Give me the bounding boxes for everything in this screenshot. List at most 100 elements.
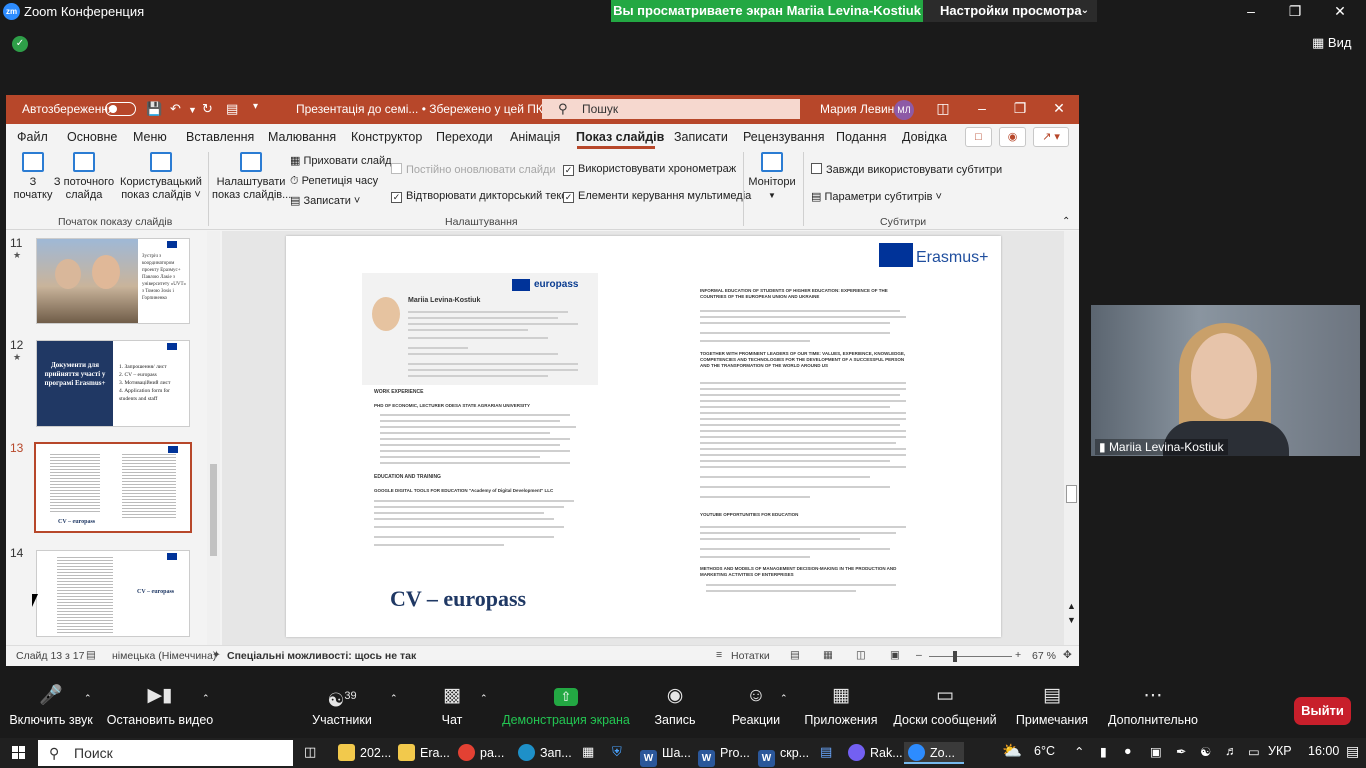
camera-icon[interactable]: ▣	[1150, 744, 1162, 759]
teams-icon[interactable]: ▤	[820, 744, 832, 760]
notes-button[interactable]: ▤ Примечания	[1014, 683, 1090, 727]
volume-icon[interactable]: ♬	[1225, 744, 1238, 758]
chevron-up-icon[interactable]: ⌃	[84, 693, 92, 704]
tab-design[interactable]: Конструктор	[351, 130, 422, 144]
next-slide-icon[interactable]: ▼	[1067, 615, 1076, 625]
slideshow-view-icon[interactable]: ▣	[890, 649, 900, 661]
battery-icon[interactable]: ▭	[1248, 744, 1260, 759]
keyboard-language[interactable]: УКР	[1268, 744, 1292, 758]
scrollbar-thumb[interactable]	[210, 464, 217, 556]
notes-icon[interactable]: ≡	[716, 649, 722, 661]
notes-button[interactable]: Нотатки	[731, 650, 770, 662]
participant-video[interactable]: ▮ Mariia Levina-Kostiuk	[1091, 305, 1360, 456]
pen-icon[interactable]: ✒	[1176, 744, 1186, 759]
scrollbar-thumb[interactable]	[1066, 485, 1077, 503]
taskbar-app[interactable]: W Pro...	[698, 742, 750, 767]
participants-button[interactable]: ☯39 Участники	[304, 683, 380, 727]
taskbar-app[interactable]: Зап...	[518, 742, 572, 764]
accessibility-icon[interactable]: ✦	[212, 649, 221, 661]
thumbnail-slide-11[interactable]: Зустріч з координатором проекту Еразмус+…	[36, 238, 190, 324]
subtitle-settings-button[interactable]: ▤ Параметри субтитрів ˅	[811, 190, 942, 203]
use-timings-checkbox[interactable]: ✓ Використовувати хронометраж	[563, 163, 736, 176]
custom-show-button[interactable]: Користувацький показ слайдів ˅	[118, 152, 204, 202]
chevron-up-icon[interactable]: ⌃	[390, 693, 398, 704]
more-button[interactable]: ⋯ Дополнительно	[1106, 683, 1200, 727]
record-icon[interactable]: ◉	[999, 127, 1026, 147]
present-icon[interactable]: ▤	[226, 101, 238, 117]
spellcheck-icon[interactable]: ▤	[86, 649, 96, 661]
record-button[interactable]: ◉ Запись	[648, 683, 702, 727]
share-screen-button[interactable]: ⇧ Демонстрация экрана	[500, 683, 632, 727]
leave-button[interactable]: Выйти	[1294, 697, 1351, 725]
reactions-button[interactable]: ☺ Реакции	[728, 683, 784, 727]
chevron-up-icon[interactable]: ⌃	[202, 693, 210, 704]
hide-slide-button[interactable]: ▦ Приховати слайд	[290, 154, 392, 167]
chevron-up-icon[interactable]: ⌃	[780, 693, 788, 704]
zoom-slider[interactable]	[929, 656, 1012, 657]
document-title[interactable]: Презентація до семі... • Збережено у цей…	[296, 102, 553, 116]
zoom-out-icon[interactable]: –	[916, 649, 922, 661]
thumbnail-slide-12[interactable]: Документи для прийняття участі у програм…	[36, 340, 190, 427]
mic-icon[interactable]: ●	[1124, 744, 1132, 758]
monitors-button[interactable]: Монітори ▼	[747, 152, 797, 202]
store-icon[interactable]: ▦	[582, 744, 594, 760]
ribbon-display-icon[interactable]: ◫	[933, 100, 953, 117]
close-icon[interactable]: ✕	[1330, 2, 1350, 20]
rehearse-timings-button[interactable]: ⏱ Репетиція часу	[290, 175, 378, 188]
apps-button[interactable]: ▦ Приложения	[800, 683, 882, 727]
taskbar-app[interactable]: Rak...	[848, 742, 903, 764]
user-name[interactable]: Мария Левина	[820, 102, 901, 116]
unmute-button[interactable]: 🎤 Включить звук	[8, 683, 94, 727]
wifi-icon[interactable]: ☯	[1200, 744, 1211, 759]
restore-icon[interactable]: ❐	[1285, 2, 1305, 20]
collapse-ribbon-icon[interactable]: ⌃	[1062, 216, 1070, 227]
encryption-shield-icon[interactable]: ✓	[12, 36, 28, 52]
stop-video-button[interactable]: ▶▮ Остановить видео	[106, 683, 214, 727]
tab-animation[interactable]: Анімація	[510, 130, 560, 144]
restore-icon[interactable]: ❐	[1010, 100, 1030, 117]
undo-icon[interactable]: ↶	[170, 101, 181, 117]
setup-show-button[interactable]: Налаштувати показ слайдів...	[212, 152, 291, 202]
view-settings-button[interactable]: Настройки просмотра ⌄	[923, 0, 1097, 22]
notifications-icon[interactable]: ▤	[1346, 743, 1359, 760]
tab-file[interactable]: Файл	[17, 130, 48, 144]
tab-insert[interactable]: Вставлення	[186, 130, 254, 144]
taskbar-app-active[interactable]: Zo...	[904, 742, 964, 764]
minimize-icon[interactable]: –	[1241, 2, 1261, 20]
clock[interactable]: 16:00	[1308, 744, 1339, 758]
avatar[interactable]: МЛ	[894, 100, 914, 120]
chevron-down-icon[interactable]: ▼	[188, 105, 197, 115]
tab-record[interactable]: Записати	[674, 130, 728, 144]
zoom-slider-thumb[interactable]	[953, 651, 957, 662]
redo-icon[interactable]: ↻	[202, 101, 213, 117]
tab-slideshow[interactable]: Показ слайдів	[576, 130, 664, 144]
thumbnail-slide-13[interactable]: CV – europass	[34, 442, 192, 533]
taskbar-app[interactable]: W Ша...	[640, 742, 691, 767]
always-subtitles-checkbox[interactable]: Завжди використовувати субтитри	[811, 163, 1002, 176]
reading-view-icon[interactable]: ◫	[856, 649, 866, 661]
windows-start-icon[interactable]	[12, 746, 26, 760]
tab-home[interactable]: Основне	[67, 130, 117, 144]
taskbar-app[interactable]: 202...	[338, 742, 391, 764]
minimize-icon[interactable]: –	[972, 100, 992, 116]
tab-transitions[interactable]: Переходи	[436, 130, 493, 144]
chat-button[interactable]: ▩ Чат	[424, 683, 480, 727]
tab-draw[interactable]: Малювання	[268, 130, 336, 144]
defender-icon[interactable]: ⛨	[612, 744, 622, 760]
prev-slide-icon[interactable]: ▲	[1067, 601, 1076, 611]
usb-icon[interactable]: ▮	[1100, 744, 1107, 759]
whiteboards-button[interactable]: ▭ Доски сообщений	[890, 683, 1000, 727]
tab-help[interactable]: Довідка	[902, 130, 947, 144]
slide-sorter-icon[interactable]: ▦	[823, 649, 833, 661]
language-indicator[interactable]: німецька (Німеччина)	[112, 650, 216, 662]
normal-view-icon[interactable]: ▤	[790, 649, 800, 661]
play-narrations-checkbox[interactable]: ✓ Відтворювати дикторський текст	[391, 190, 572, 203]
share-icon[interactable]: ↗ ▾	[1033, 127, 1069, 147]
autosave-toggle[interactable]	[105, 102, 136, 116]
task-view-icon[interactable]: ◫	[304, 744, 316, 760]
view-button[interactable]: ▦ Вид	[1312, 35, 1351, 51]
taskbar-app[interactable]: Era...	[398, 742, 450, 764]
from-start-button[interactable]: З початку	[10, 152, 56, 202]
current-slide[interactable]: Erasmus+ europass Mariia Levina-Kostiuk …	[286, 236, 1001, 637]
save-icon[interactable]: 💾	[146, 101, 162, 117]
